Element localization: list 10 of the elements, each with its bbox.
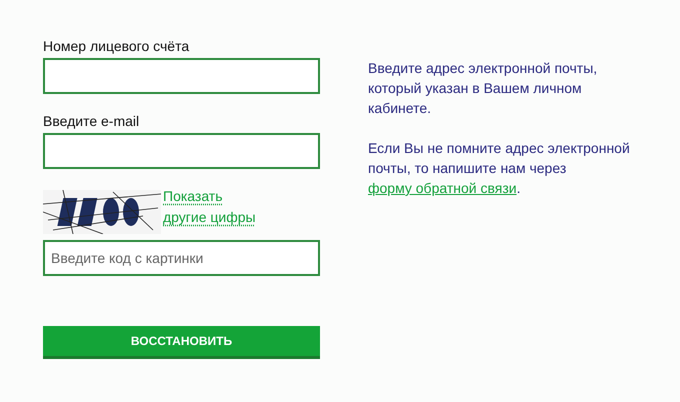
input-field[interactable]	[43, 58, 320, 94]
field-label: Введите e-mail	[43, 113, 140, 129]
field-label: Номер лицевого счёта	[43, 38, 190, 54]
info-paragraph: Введите адрес электронной почты, который указан в Вашем личном кабинете.	[368, 59, 598, 118]
feedback-link[interactable]: форму обратной связи	[368, 180, 517, 196]
input-field[interactable]	[43, 133, 320, 169]
submit-button[interactable]: ВОССТАНОВИТЬ	[43, 326, 320, 359]
info-paragraph: Если Вы не помните адрес электронной почты, то напишите нам через форму обратной связи.	[368, 139, 631, 198]
refresh-captcha-link[interactable]: Показать другие цифры	[163, 186, 263, 228]
input-field[interactable]: Введите код с картинки	[43, 240, 320, 276]
